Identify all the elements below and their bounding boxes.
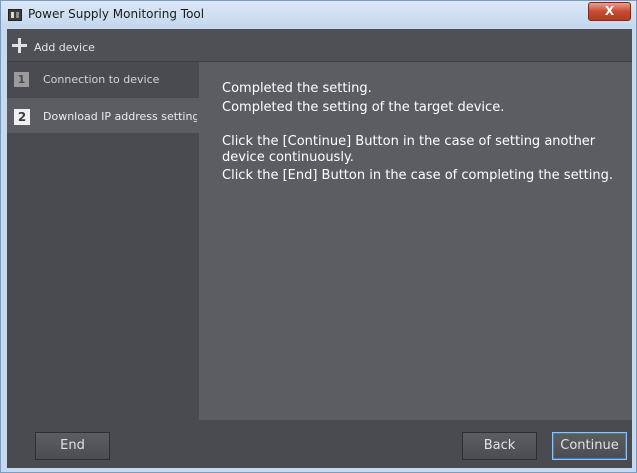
step-number-badge: 1 <box>14 72 29 87</box>
app-window: Power Supply Monitoring Tool X Add devic… <box>0 0 637 473</box>
message-panel: Completed the setting. Completed the set… <box>199 62 632 420</box>
step-connection-to-device[interactable]: 1 Connection to device <box>7 62 199 97</box>
continue-instruction: Click the [Continue] Button in the case … <box>222 134 596 165</box>
plus-icon[interactable] <box>12 38 27 53</box>
window-title: Power Supply Monitoring Tool <box>28 7 205 21</box>
continue-button[interactable]: Continue <box>552 432 627 460</box>
target-device-message: Completed the setting of the target devi… <box>222 100 505 115</box>
app-icon <box>8 9 22 21</box>
toolbar: Add device <box>7 29 632 62</box>
back-button[interactable]: Back <box>462 432 537 460</box>
end-instruction: Click the [End] Button in the case of co… <box>222 168 613 183</box>
step-download-ip-address-setting[interactable]: 2 Download IP address setting <box>7 98 199 133</box>
step-number-badge: 2 <box>14 109 30 125</box>
close-button[interactable]: X <box>588 2 631 21</box>
title-bar[interactable]: Power Supply Monitoring Tool X <box>1 1 636 28</box>
step-label: Download IP address setting <box>43 110 197 123</box>
add-device-button[interactable]: Add device <box>34 41 95 54</box>
completed-message: Completed the setting. <box>222 81 372 96</box>
end-button[interactable]: End <box>35 432 110 460</box>
wizard-steps-sidebar: 1 Connection to device 2 Download IP add… <box>7 62 199 420</box>
client-area: Add device 1 Connection to device 2 Down… <box>7 29 632 468</box>
footer-bar: End Back Continue <box>7 420 632 468</box>
step-label: Connection to device <box>43 73 160 86</box>
